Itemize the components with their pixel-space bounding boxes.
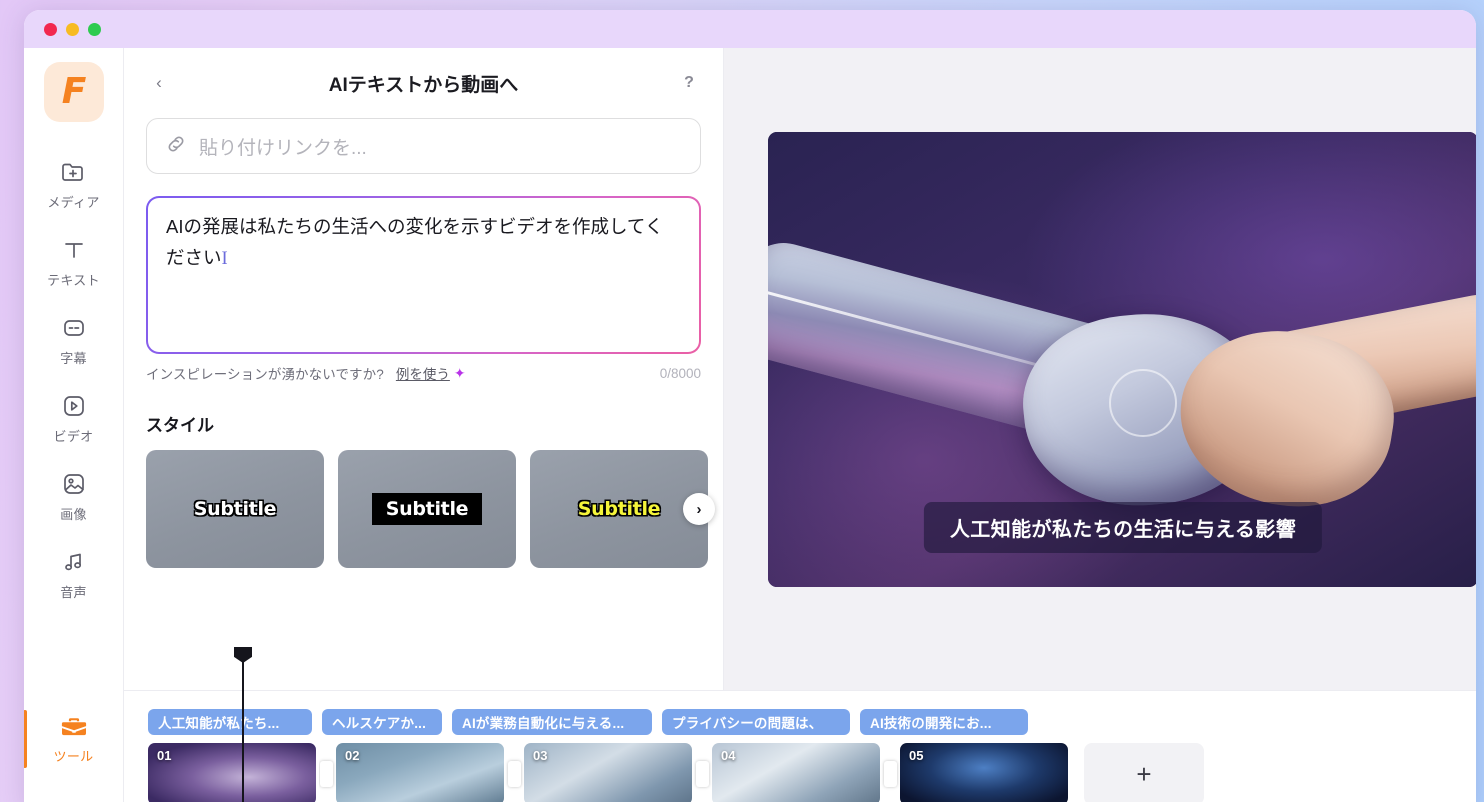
sidebar-item-tools[interactable]: ツール	[24, 698, 123, 776]
timeline: 人工知能が私たち... ヘルスケアか... AIが業務自動化に与える... プラ…	[124, 647, 1476, 802]
sidebar-item-subtitle[interactable]: 字幕	[24, 300, 123, 378]
video-preview[interactable]: 人工知能が私たちの生活に与える影響	[768, 132, 1476, 587]
carousel-next-button[interactable]: ›	[683, 493, 715, 525]
text-t-icon	[60, 235, 88, 265]
left-sidebar: F メディア テキスト 字幕 ビデオ 画像 音声 ツール	[24, 48, 124, 802]
timeline-chip[interactable]: ヘルスケアか...	[322, 709, 442, 735]
highlight-ring-icon	[1108, 368, 1177, 437]
text-to-video-panel: ‹ AIテキストから動画へ ? 貼り付けリンクを... AIの発展は私たちの生活…	[124, 48, 724, 802]
app-logo[interactable]: F	[43, 62, 104, 122]
sidebar-item-label: 字幕	[60, 351, 87, 366]
image-icon	[60, 469, 88, 499]
prompt-textarea[interactable]: AIの発展は私たちの生活への変化を示すビデオを作成してくださいI	[148, 198, 699, 352]
window-close-button[interactable]	[44, 22, 57, 36]
link-chain-icon	[165, 133, 187, 160]
clip-transition-handle[interactable]	[316, 743, 336, 802]
style-card-boxed[interactable]: Subtitle	[338, 450, 516, 568]
window-minimize-button[interactable]	[66, 22, 79, 36]
sidebar-item-label: ツール	[53, 749, 94, 764]
inspiration-hint: インスピレーションが湧かないですか?	[146, 367, 384, 382]
transition-handle-icon	[319, 761, 333, 787]
prompt-text-value: AIの発展は私たちの生活への変化を示すビデオを作成してくださいI	[166, 212, 681, 274]
add-clip-button[interactable]: +	[1084, 743, 1204, 802]
clip-transition-handle[interactable]	[504, 743, 524, 802]
help-button[interactable]: ?	[677, 71, 701, 95]
page-title: AIテキストから動画へ	[328, 74, 519, 96]
timeline-chip[interactable]: AI技術の開発にお...	[860, 709, 1028, 735]
timeline-chip[interactable]: AIが業務自動化に与える...	[452, 709, 652, 735]
sidebar-item-media[interactable]: メディア	[24, 144, 123, 222]
timeline-clip[interactable]: 04	[712, 743, 880, 802]
link-input-placeholder: 貼り付けリンクを...	[199, 137, 367, 159]
sidebar-item-label: メディア	[47, 195, 100, 210]
app-window: F メディア テキスト 字幕 ビデオ 画像 音声 ツール ‹ AIテキストから動…	[24, 10, 1476, 802]
video-play-icon	[60, 391, 88, 421]
prompt-textarea-wrapper: AIの発展は私たちの生活への変化を示すビデオを作成してくださいI	[146, 196, 701, 354]
sidebar-item-label: 画像	[60, 507, 87, 522]
clip-transition-handle[interactable]	[880, 743, 900, 802]
timeline-clip[interactable]: 05	[900, 743, 1068, 802]
style-card-label: Subtitle	[193, 498, 277, 520]
sidebar-item-label: 音声	[60, 585, 87, 600]
clip-number: 03	[533, 748, 548, 763]
transition-handle-icon	[507, 761, 521, 787]
question-mark-icon: ?	[684, 74, 694, 91]
style-card-label: Subtitle	[371, 493, 483, 525]
chevron-left-icon: ‹	[156, 73, 162, 92]
back-button[interactable]: ‹	[146, 70, 172, 96]
style-card-yellow[interactable]: Subtitle	[530, 450, 708, 568]
clip-thumbnail	[712, 743, 880, 802]
folder-plus-icon	[60, 157, 88, 187]
clip-number: 04	[721, 748, 736, 763]
clip-number: 05	[909, 748, 924, 763]
logo-f-icon: F	[61, 71, 87, 112]
transition-handle-icon	[695, 761, 709, 787]
clip-thumbnail	[900, 743, 1068, 802]
transition-handle-icon	[883, 761, 897, 787]
character-counter: 0/8000	[659, 365, 701, 381]
clip-thumbnail	[524, 743, 692, 802]
clip-thumbnail	[148, 743, 316, 802]
use-example-link[interactable]: 例を使う	[396, 363, 450, 383]
music-note-icon	[60, 547, 88, 577]
chevron-right-icon: ›	[696, 500, 702, 518]
sidebar-item-label: ビデオ	[53, 429, 94, 444]
sidebar-item-text[interactable]: テキスト	[24, 222, 123, 300]
sparkle-icon: ✦	[453, 364, 466, 381]
toolbox-icon	[59, 711, 89, 741]
timeline-clip[interactable]: 02	[336, 743, 504, 802]
timeline-chip-row: 人工知能が私たち... ヘルスケアか... AIが業務自動化に与える... プラ…	[148, 709, 1476, 735]
window-maximize-button[interactable]	[88, 22, 101, 36]
style-section-label: スタイル	[146, 416, 214, 435]
clip-thumbnail	[336, 743, 504, 802]
video-caption: 人工知能が私たちの生活に与える影響	[923, 502, 1323, 553]
sidebar-item-video[interactable]: ビデオ	[24, 378, 123, 456]
style-card-outline[interactable]: Subtitle	[146, 450, 324, 568]
text-cursor-icon: I	[221, 248, 228, 269]
subtitle-icon	[60, 313, 88, 343]
window-titlebar	[24, 10, 1476, 48]
panel-content: 貼り付けリンクを... AIの発展は私たちの生活への変化を示すビデオを作成してく…	[124, 118, 723, 568]
sidebar-item-label: テキスト	[47, 273, 100, 288]
timeline-clip[interactable]: 03	[524, 743, 692, 802]
sidebar-item-audio[interactable]: 音声	[24, 534, 123, 612]
link-input[interactable]: 貼り付けリンクを...	[146, 118, 701, 174]
style-card-label: Subtitle	[577, 498, 661, 520]
prompt-meta-row: インスピレーションが湧かないですか? 例を使う ✦ 0/8000	[146, 363, 701, 383]
prompt-value: AIの発展は私たちの生活への変化を示すビデオを作成してください	[166, 216, 664, 268]
timeline-clip[interactable]: 01	[145, 740, 319, 802]
sidebar-item-image[interactable]: 画像	[24, 456, 123, 534]
style-carousel: Subtitle Subtitle Subtitle ›	[146, 450, 715, 568]
clip-number: 02	[345, 748, 360, 763]
timeline-clip-row: 01 02 03 04 05 +	[145, 740, 1476, 802]
timeline-chip[interactable]: プライバシーの問題は、	[662, 709, 850, 735]
timeline-chip[interactable]: 人工知能が私たち...	[148, 709, 312, 735]
panel-header: ‹ AIテキストから動画へ ?	[124, 48, 723, 118]
clip-transition-handle[interactable]	[692, 743, 712, 802]
video-preview-panel: 人工知能が私たちの生活に与える影響	[724, 48, 1476, 802]
clip-number: 01	[157, 748, 172, 763]
timeline-playhead[interactable]	[234, 647, 252, 802]
